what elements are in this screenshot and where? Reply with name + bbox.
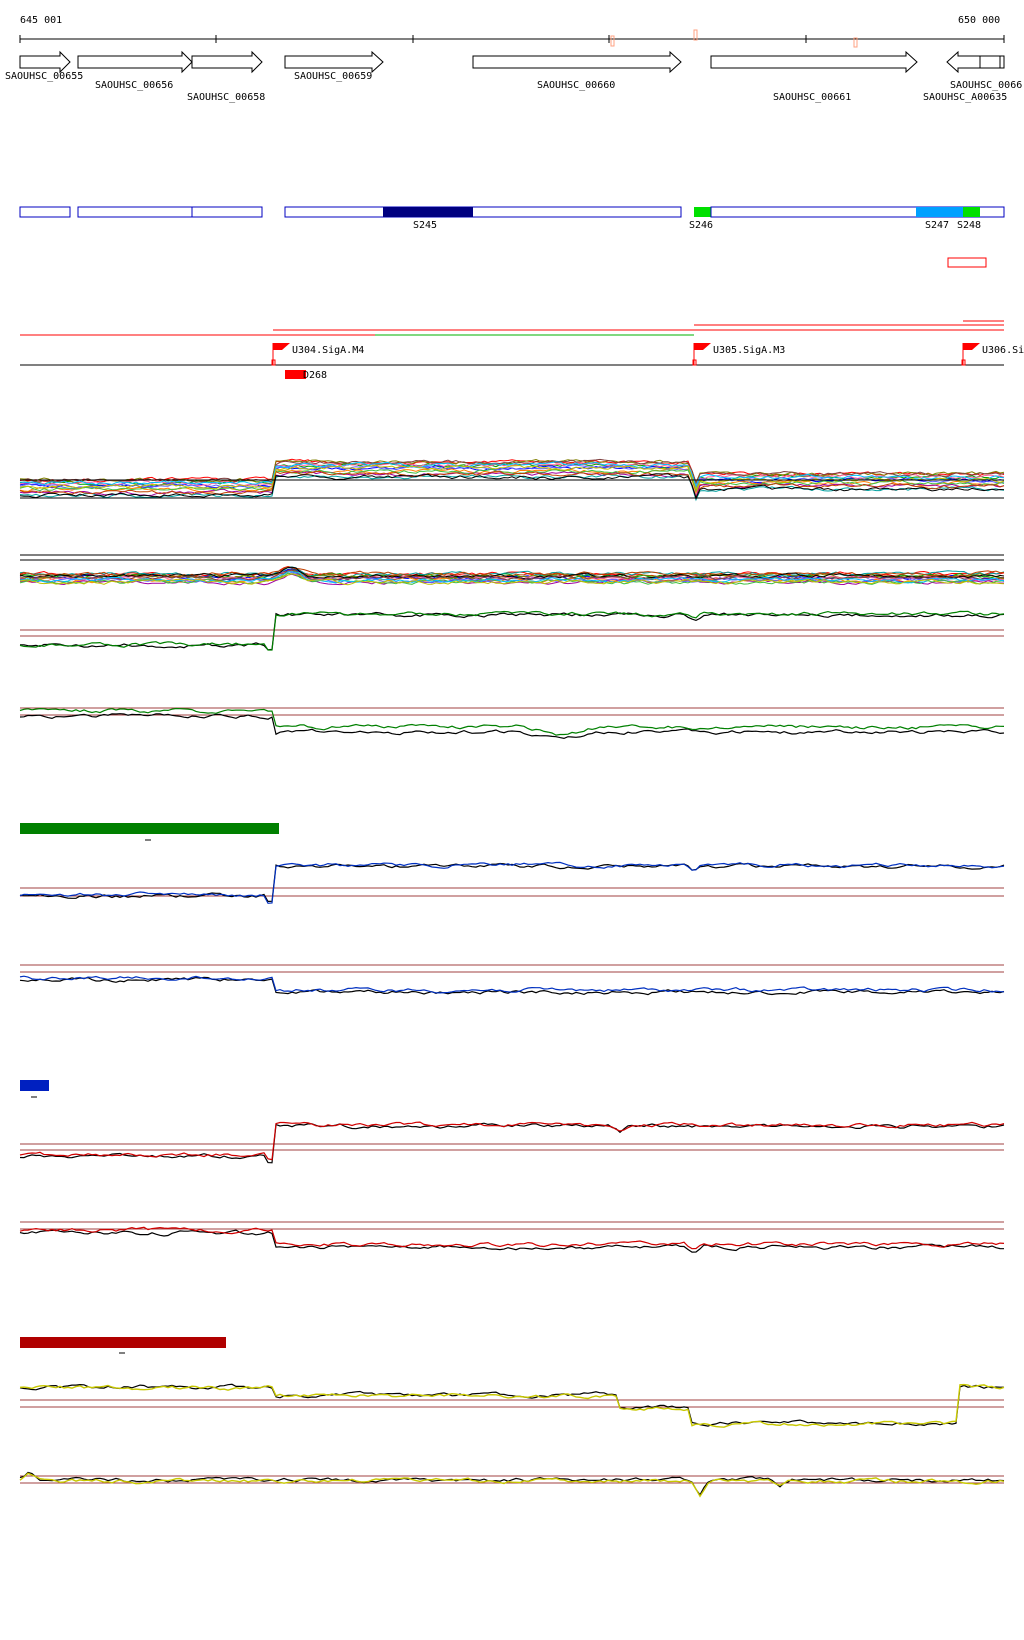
segment-box[interactable]	[284, 206, 682, 218]
terminator-label: D268	[303, 370, 327, 381]
profile-line-black	[20, 611, 1005, 651]
ruler-end-label: 650 000	[958, 15, 1000, 26]
terminator-d268[interactable]: D268	[285, 370, 327, 381]
segment-s247[interactable]	[916, 207, 963, 217]
profile-line-yellow	[19, 1472, 1005, 1498]
profile-line-black	[19, 1383, 1004, 1427]
gene-saouhsc-00661[interactable]: SAOUHSC_00661	[710, 50, 918, 103]
condition-bar-red[interactable]	[20, 1337, 226, 1348]
expression-profile-line	[19, 458, 1005, 485]
segment-label-s248: S248	[957, 220, 981, 231]
promoter-label: U305.SigA.M3	[713, 345, 785, 356]
segment-box[interactable]	[77, 206, 193, 218]
small-feature-marker	[610, 35, 615, 47]
segment-label-s247: S247	[925, 220, 949, 231]
gene-saouhsc-00658[interactable]: SAOUHSC_00658	[187, 50, 265, 103]
ruler-start-label: 645 001	[20, 15, 62, 26]
gene-saouhsc-00659[interactable]: SAOUHSC_00659	[284, 50, 384, 82]
segment-s245[interactable]	[383, 207, 473, 217]
segment-box[interactable]	[19, 206, 71, 218]
profile-line-red	[19, 1121, 1005, 1161]
gene-label: SAOUHSC_00658	[187, 92, 265, 103]
promoter-u305[interactable]: U305.SigA.M3	[692, 343, 785, 366]
profile-line-red	[19, 1226, 1005, 1250]
gene-label: SAOUHSC_0066	[950, 80, 1022, 91]
promoter-u306[interactable]: U306.Si	[961, 343, 1024, 366]
profile-line-black	[19, 1229, 1005, 1253]
segment-s248[interactable]	[963, 207, 980, 217]
promoter-flag-icon	[694, 343, 711, 350]
segment-label-s245: S245	[413, 220, 437, 231]
gene-label: SAOUHSC_00659	[294, 71, 372, 82]
genome-browser-canvas: 645 001 650 000 SAOUHSC_00655 SAOUHSC_00…	[5, 15, 1024, 1498]
profile-line-yellow	[19, 1383, 1005, 1428]
gene-saouhsc-00655[interactable]: SAOUHSC_00655	[5, 50, 83, 82]
segment-box[interactable]	[191, 206, 263, 218]
transcription-unit-track: U304.SigA.M4 U305.SigA.M3 U306.Si D268	[20, 320, 1024, 381]
promoter-label: U304.SigA.M4	[292, 345, 364, 356]
condition-bar-green[interactable]	[20, 823, 279, 834]
profile-line-blue	[19, 861, 1005, 904]
condition-bars	[20, 823, 279, 1354]
gene-saouhsc-00660[interactable]: SAOUHSC_00660	[472, 50, 682, 91]
gene-saouhsc-00656[interactable]: SAOUHSC_00656	[77, 50, 193, 91]
segment-s246[interactable]	[694, 207, 711, 217]
gene-label: SAOUHSC_A00635	[923, 92, 1007, 103]
gene-label: SAOUHSC_00661	[773, 92, 851, 103]
profile-line-black	[19, 1122, 1005, 1164]
gene-label: SAOUHSC_00656	[95, 80, 173, 91]
gene-track: SAOUHSC_00655 SAOUHSC_00656 SAOUHSC_0065…	[5, 29, 1022, 103]
segment-track: S245 S246 S247 S248	[19, 206, 1005, 231]
promoter-flag-icon	[273, 343, 290, 350]
gene-label: SAOUHSC_00655	[5, 71, 83, 82]
gene-label: SAOUHSC_00660	[537, 80, 615, 91]
gene-saouhsc-0066-reverse[interactable]: SAOUHSC_0066	[946, 50, 1022, 91]
promoter-u304[interactable]: U304.SigA.M4	[271, 343, 364, 366]
promoter-label: U306.Si	[982, 345, 1024, 356]
red-feature-box[interactable]	[947, 257, 987, 268]
promoter-flag-icon	[963, 343, 980, 350]
profile-line-green	[19, 610, 1005, 651]
condition-bar-blue[interactable]	[20, 1080, 49, 1091]
segment-label-s246: S246	[689, 220, 713, 231]
coordinate-ruler: 645 001 650 000	[19, 15, 1005, 43]
